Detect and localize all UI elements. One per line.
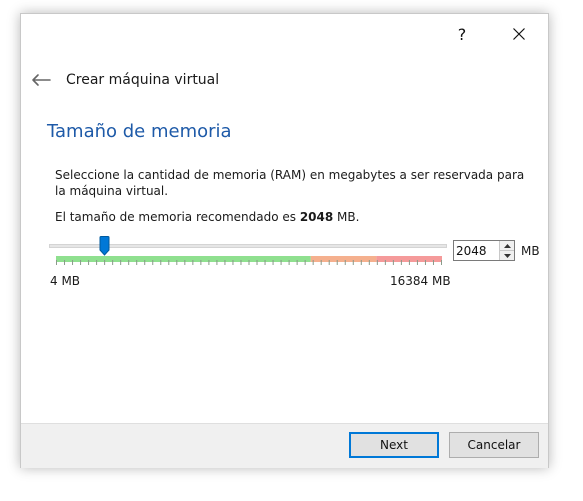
- wizard-title: Crear máquina virtual: [66, 72, 220, 88]
- page-title: Tamaño de memoria: [47, 121, 232, 142]
- spin-buttons: [499, 241, 514, 260]
- memory-slider[interactable]: [49, 236, 447, 266]
- close-button[interactable]: [502, 20, 536, 48]
- recommended-prefix: El tamaño de memoria recomendado es: [55, 210, 300, 224]
- spin-down-button[interactable]: [499, 251, 514, 260]
- recommended-value: 2048: [299, 210, 334, 224]
- next-button[interactable]: Next: [349, 432, 439, 458]
- memory-size-input[interactable]: [454, 241, 498, 260]
- caret-up-icon: [503, 243, 511, 248]
- close-icon: [513, 28, 525, 40]
- memory-size-spinbox[interactable]: [453, 240, 515, 261]
- recommended-memory-text: El tamaño de memoria recomendado es 2048…: [55, 210, 359, 224]
- arrow-left-icon[interactable]: [30, 72, 52, 88]
- create-vm-dialog: ? Crear máquina virtual Tamaño de memori…: [20, 13, 549, 468]
- memory-description: Seleccione la cantidad de memoria (RAM) …: [55, 168, 525, 198]
- slider-min-label: 4 MB: [50, 274, 81, 288]
- dialog-footer: Next Cancelar: [21, 423, 548, 468]
- recommended-suffix: MB.: [333, 210, 360, 224]
- slider-zone-1: [310, 256, 377, 262]
- spin-up-button[interactable]: [499, 241, 514, 251]
- caret-down-icon: [503, 253, 511, 258]
- slider-thumb[interactable]: [99, 236, 110, 256]
- help-button[interactable]: ?: [445, 20, 479, 48]
- cancel-button[interactable]: Cancelar: [449, 432, 539, 458]
- slider-max-label: 16384 MB: [390, 274, 451, 288]
- slider-scale: [56, 256, 442, 265]
- memory-unit-label: MB: [521, 244, 540, 258]
- slider-zone-0: [56, 256, 311, 262]
